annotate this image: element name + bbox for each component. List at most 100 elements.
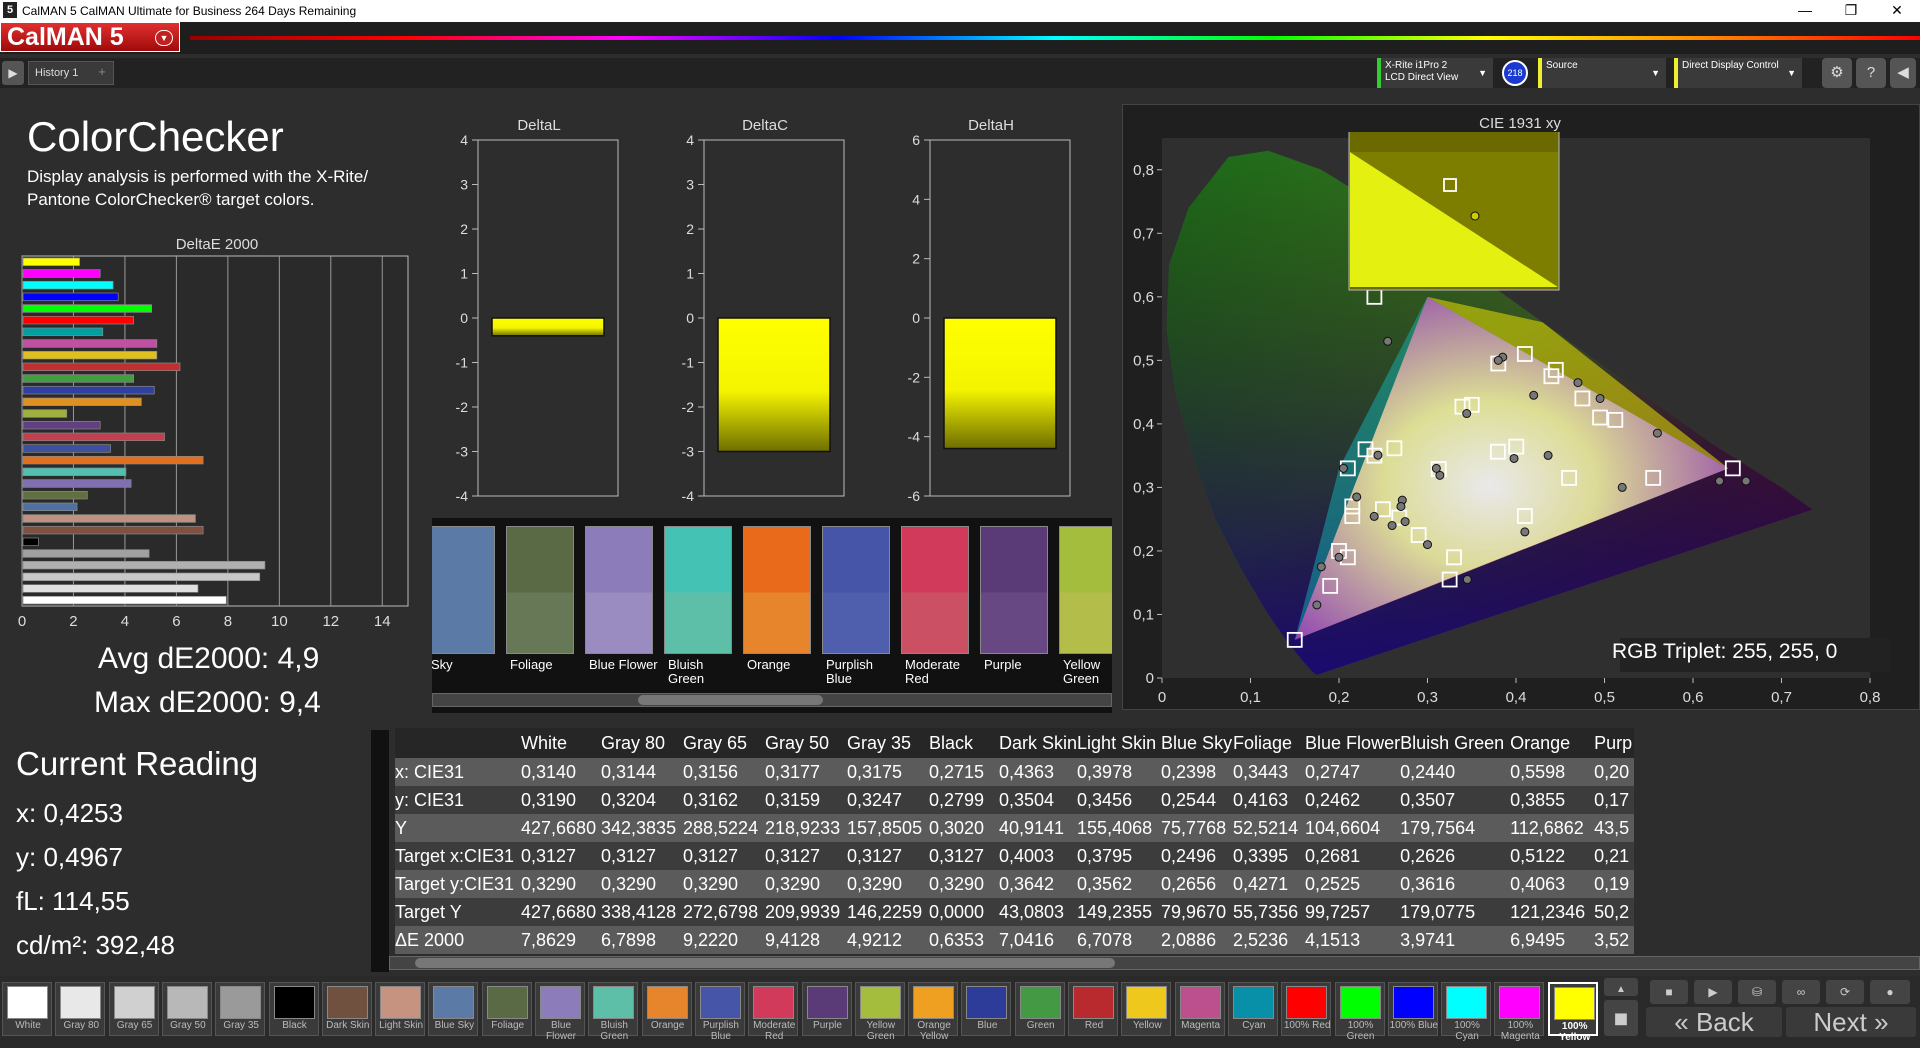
deltae-bar: [22, 339, 158, 348]
save-icon[interactable]: ⛁: [1738, 980, 1776, 1004]
table-cell: 9,2220: [683, 926, 765, 954]
help-icon[interactable]: ?: [1856, 58, 1886, 88]
swatch-button-label: Blue Flower: [545, 1020, 576, 1042]
logo-dropdown-icon[interactable]: ▼: [155, 30, 173, 46]
bottom-swatch-button[interactable]: Gray 35: [215, 982, 266, 1036]
swatch-scroll-thumb[interactable]: [638, 695, 823, 705]
bottom-swatch-button[interactable]: 100% Magenta: [1494, 982, 1545, 1042]
y-tick-label: -4: [456, 488, 469, 504]
bottom-swatch-button[interactable]: Blue: [961, 982, 1012, 1036]
table-scroll-thumb[interactable]: [415, 958, 1115, 968]
collapse-icon[interactable]: ◀: [1890, 58, 1916, 88]
bottom-swatch-button[interactable]: 100% Cyan: [1441, 982, 1492, 1042]
minimize-button[interactable]: —: [1782, 0, 1828, 22]
record-icon[interactable]: ●: [1870, 980, 1910, 1004]
swatch-button-label: Bluish Green: [600, 1020, 629, 1042]
bottom-swatch-button[interactable]: Yellow Green: [854, 982, 905, 1042]
swatch-label: Moderate Red: [905, 657, 960, 686]
gear-icon[interactable]: ⚙: [1822, 58, 1852, 88]
table-cell: 155,4068: [1077, 814, 1162, 842]
swatch-button-label: Foliage: [491, 1020, 525, 1031]
swatch-color: [806, 986, 848, 1019]
colorchecker-swatch: [1059, 526, 1112, 654]
bottom-swatch-button[interactable]: 100% Yellow: [1547, 982, 1598, 1043]
back-label: Back: [1695, 1007, 1754, 1037]
restore-button[interactable]: ❐: [1828, 0, 1874, 22]
measured-point: [1715, 476, 1725, 486]
table-cell: 0,2799: [929, 786, 999, 814]
swatch-button-label: Yellow Green: [866, 1020, 896, 1042]
bottom-swatch-button[interactable]: White: [2, 982, 52, 1036]
loop-icon[interactable]: ∞: [1782, 980, 1820, 1004]
deltae-bar: [22, 327, 104, 337]
y-tick-label: -6: [908, 488, 921, 504]
back-button[interactable]: « Back: [1646, 1007, 1782, 1037]
table-scrollbar[interactable]: [389, 956, 1920, 970]
bottom-swatch-button[interactable]: Gray 65: [108, 982, 159, 1036]
table-cell: 0,2544: [1161, 786, 1234, 814]
meter-badge[interactable]: 218: [1502, 60, 1528, 86]
bottom-swatch-button[interactable]: 100% Green: [1334, 982, 1385, 1042]
bottom-swatch-button[interactable]: Black: [268, 982, 319, 1036]
y-tick-label: 0,1: [1133, 606, 1154, 623]
display-selector[interactable]: Direct Display Control ▼: [1674, 58, 1802, 88]
table-cell: 0,3177: [765, 758, 847, 786]
swatch-button-label: Gray 35: [223, 1020, 259, 1031]
column-header: Black: [929, 728, 999, 758]
bottom-swatch-button[interactable]: Yellow: [1121, 982, 1172, 1036]
bottom-swatch-button[interactable]: Light Skin: [375, 982, 426, 1036]
swatch-color: [1446, 986, 1488, 1019]
delta-bar: [491, 317, 605, 337]
y-tick-label: 0,8: [1133, 162, 1154, 179]
table-cell: 52,5214: [1233, 814, 1306, 842]
bottom-swatch-button[interactable]: Gray 80: [55, 982, 106, 1036]
stop-icon[interactable]: ■: [1650, 980, 1688, 1004]
calman-logo-menu[interactable]: CalMAN 5 ▼: [0, 22, 180, 52]
bottom-swatch-button[interactable]: Cyan: [1227, 982, 1278, 1036]
meter-mode: LCD Direct View: [1385, 72, 1459, 83]
next-label: Next: [1813, 1007, 1867, 1037]
bottom-swatch-button[interactable]: Magenta: [1174, 982, 1225, 1036]
bottom-swatch-button[interactable]: Orange: [641, 982, 692, 1036]
colorchecker-swatch: [432, 526, 495, 654]
bottom-swatch-button[interactable]: Purplish Blue: [694, 982, 745, 1042]
bottom-swatch-button[interactable]: Red: [1068, 982, 1118, 1036]
bottom-swatch-button[interactable]: Bluish Green: [588, 982, 639, 1042]
swatch-button-label: Black: [282, 1020, 307, 1031]
measured-point: [1595, 393, 1605, 403]
play-icon[interactable]: ▶: [2, 61, 24, 85]
bottom-swatch-button[interactable]: Orange Yellow: [908, 982, 959, 1042]
table-cell: 0,3127: [521, 842, 601, 870]
swatch-color: [7, 986, 48, 1019]
table-cell: 0,3855: [1510, 786, 1595, 814]
deltae-bar: [22, 374, 135, 383]
bottom-swatch-button[interactable]: Gray 50: [161, 982, 212, 1036]
up-arrow-icon[interactable]: ▲: [1604, 978, 1638, 996]
swatch-color: [220, 986, 262, 1019]
swatch-color: [646, 986, 688, 1019]
bottom-swatch-button[interactable]: Foliage: [481, 982, 532, 1036]
table-cell: 0,3204: [601, 786, 683, 814]
swatch-color: [273, 986, 315, 1019]
bottom-swatch-button[interactable]: Dark Skin: [321, 982, 372, 1036]
play-icon[interactable]: ▶: [1694, 980, 1732, 1004]
add-tab-button[interactable]: +: [94, 64, 110, 80]
page-description: Display analysis is performed with the X…: [27, 167, 369, 209]
y-tick-label: 2: [686, 221, 694, 237]
stop-square-icon[interactable]: ◼: [1604, 1000, 1638, 1036]
next-button[interactable]: Next »: [1786, 1007, 1916, 1037]
bottom-swatch-button[interactable]: Purple: [801, 982, 852, 1036]
bottom-swatch-button[interactable]: Blue Flower: [535, 982, 585, 1042]
close-button[interactable]: ✕: [1874, 0, 1920, 22]
y-tick-label: 4: [686, 132, 694, 148]
x-tick-label: 0,8: [1860, 689, 1881, 706]
bottom-swatch-button[interactable]: 100% Red: [1281, 982, 1332, 1036]
bottom-swatch-button[interactable]: Blue Sky: [428, 982, 479, 1036]
swatch-scrollbar[interactable]: [432, 693, 1112, 707]
bottom-swatch-button[interactable]: Moderate Red: [748, 982, 799, 1042]
bottom-swatch-button[interactable]: Green: [1014, 982, 1065, 1036]
meter-selector[interactable]: X-Rite i1Pro 2 LCD Direct View ▼: [1377, 58, 1493, 88]
source-selector[interactable]: Source ▼: [1538, 58, 1666, 88]
bottom-swatch-button[interactable]: 100% Blue: [1387, 982, 1438, 1036]
refresh-icon[interactable]: ⟳: [1826, 980, 1864, 1004]
